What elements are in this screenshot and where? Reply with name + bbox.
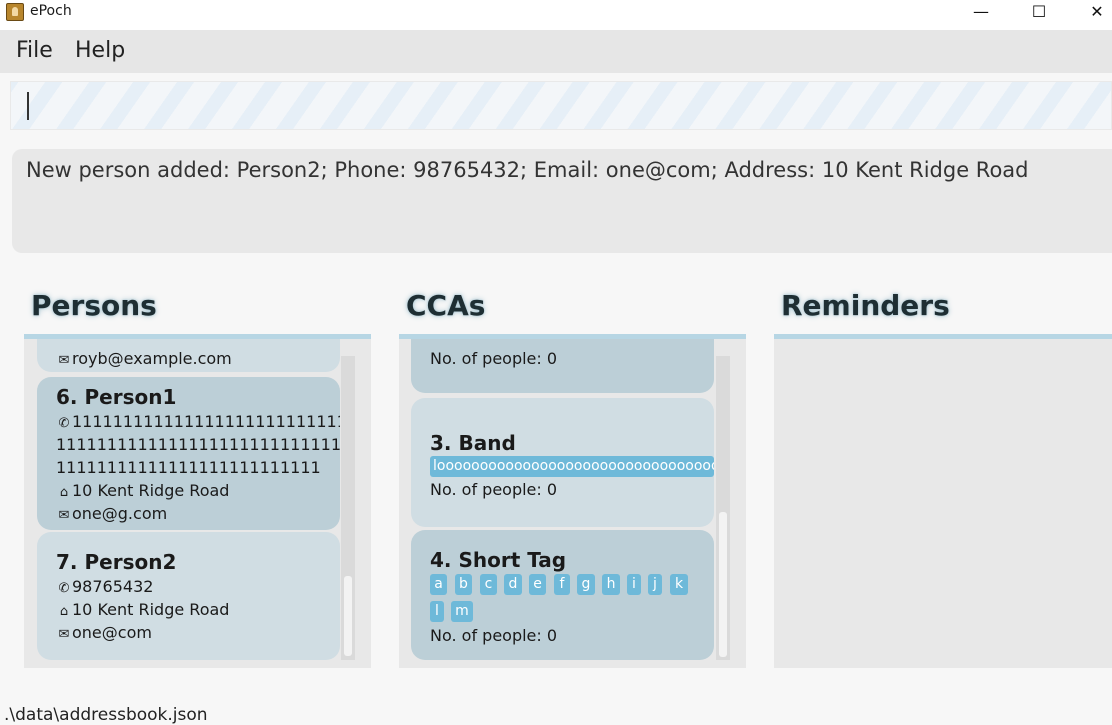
cca-tag: f: [554, 574, 570, 595]
email-icon: ✉: [58, 353, 70, 368]
cca-tag: g: [577, 574, 595, 595]
scroll-thumb[interactable]: [344, 576, 352, 656]
person-phone-cont: 11111111111111111111111111: [56, 458, 321, 477]
result-display: New person added: Person2; Phone: 987654…: [12, 149, 1112, 253]
cca-tag: d: [504, 574, 522, 595]
person-card[interactable]: 7. Person2 ✆ 98765432 ⌂ 10 Kent Ridge Road…: [37, 532, 340, 660]
email-text: one@g.com: [72, 504, 168, 523]
cca-name: 3. Band: [430, 431, 516, 455]
cca-tag: k: [670, 574, 688, 595]
email-icon: ✉: [58, 627, 70, 642]
persons-scrollbar[interactable]: [340, 355, 356, 661]
phone-icon: ✆: [58, 416, 70, 431]
result-text: New person added: Person2; Phone: 987654…: [26, 158, 1029, 182]
cca-tag: c: [480, 574, 497, 595]
reminders-heading: Reminders: [781, 289, 950, 322]
cca-tag: m: [451, 601, 473, 622]
cca-tag: h: [602, 574, 620, 595]
menu-file[interactable]: File: [16, 38, 53, 63]
person-address: ⌂ 10 Kent Ridge Road: [56, 600, 230, 619]
ccas-list[interactable]: No. of people: 0 3. Band loooooooooooooo…: [399, 334, 746, 668]
maximize-button[interactable]: ☐: [1016, 0, 1062, 26]
address-text: 10 Kent Ridge Road: [72, 481, 230, 500]
command-input[interactable]: [10, 81, 1112, 130]
cca-card[interactable]: No. of people: 0: [411, 339, 714, 393]
person-address: ⌂ 10 Kent Ridge Road: [56, 481, 230, 500]
phone-text: 98765432: [72, 577, 154, 596]
close-button[interactable]: ✕: [1074, 0, 1112, 26]
cca-people: No. of people: 0: [430, 349, 558, 368]
app-icon: [6, 3, 24, 21]
cca-tag: i: [627, 574, 641, 595]
home-icon: ⌂: [59, 485, 69, 500]
cca-card[interactable]: 4. Short Tag a b c d e f g h i j k l m N…: [411, 530, 714, 660]
scroll-thumb[interactable]: [719, 512, 727, 657]
cca-tag: l: [430, 601, 444, 622]
cca-card[interactable]: 3. Band looooooooooooooooooooooooooooooo…: [411, 398, 714, 527]
persons-list[interactable]: ✉ royb@example.com 6. Person1 ✆ 1111111111…: [24, 334, 371, 668]
person-email: ✉ royb@example.com: [56, 349, 232, 368]
email-text: royb@example.com: [72, 349, 232, 368]
person-phone: ✆ 1111111111111111111111111111: [56, 412, 340, 431]
cca-people: No. of people: 0: [430, 480, 558, 499]
minimize-button[interactable]: —: [958, 0, 1004, 26]
cca-tag: looooooooooooooooooooooooooooooooooooooo…: [430, 456, 714, 477]
person-email: ✉ one@com: [56, 623, 152, 642]
text-caret: [27, 92, 29, 120]
cca-tag: j: [648, 574, 662, 595]
ccas-heading: CCAs: [406, 289, 486, 322]
reminders-list[interactable]: [774, 334, 1112, 668]
cca-people: No. of people: 0: [430, 626, 558, 645]
email-text: one@com: [72, 623, 152, 642]
cca-tag: a: [430, 574, 447, 595]
email-icon: ✉: [58, 508, 70, 523]
status-bar-file-path: .\data\addressbook.json: [4, 705, 208, 725]
menu-help[interactable]: Help: [75, 38, 125, 63]
menu-bar: File Help: [0, 30, 1112, 73]
persons-heading: Persons: [31, 289, 157, 322]
person-card[interactable]: ✉ royb@example.com: [37, 339, 340, 372]
person-name: 7. Person2: [56, 550, 177, 574]
window-title: ePoch: [30, 3, 72, 19]
home-icon: ⌂: [59, 604, 69, 619]
person-card[interactable]: 6. Person1 ✆ 1111111111111111111111111111…: [37, 377, 340, 530]
address-text: 10 Kent Ridge Road: [72, 600, 230, 619]
title-bar: ePoch — ☐ ✕: [0, 0, 1112, 30]
phone-icon: ✆: [58, 581, 70, 596]
cca-tag: b: [455, 574, 472, 595]
cca-tag: e: [529, 574, 546, 595]
person-phone-cont: 1111111111111111111111111111: [56, 435, 340, 454]
phone-text: 1111111111111111111111111111: [72, 412, 340, 431]
ccas-scrollbar[interactable]: [715, 355, 731, 661]
person-email: ✉ one@g.com: [56, 504, 168, 523]
cca-name: 4. Short Tag: [430, 548, 567, 572]
person-name: 6. Person1: [56, 385, 177, 409]
person-phone: ✆ 98765432: [56, 577, 154, 596]
